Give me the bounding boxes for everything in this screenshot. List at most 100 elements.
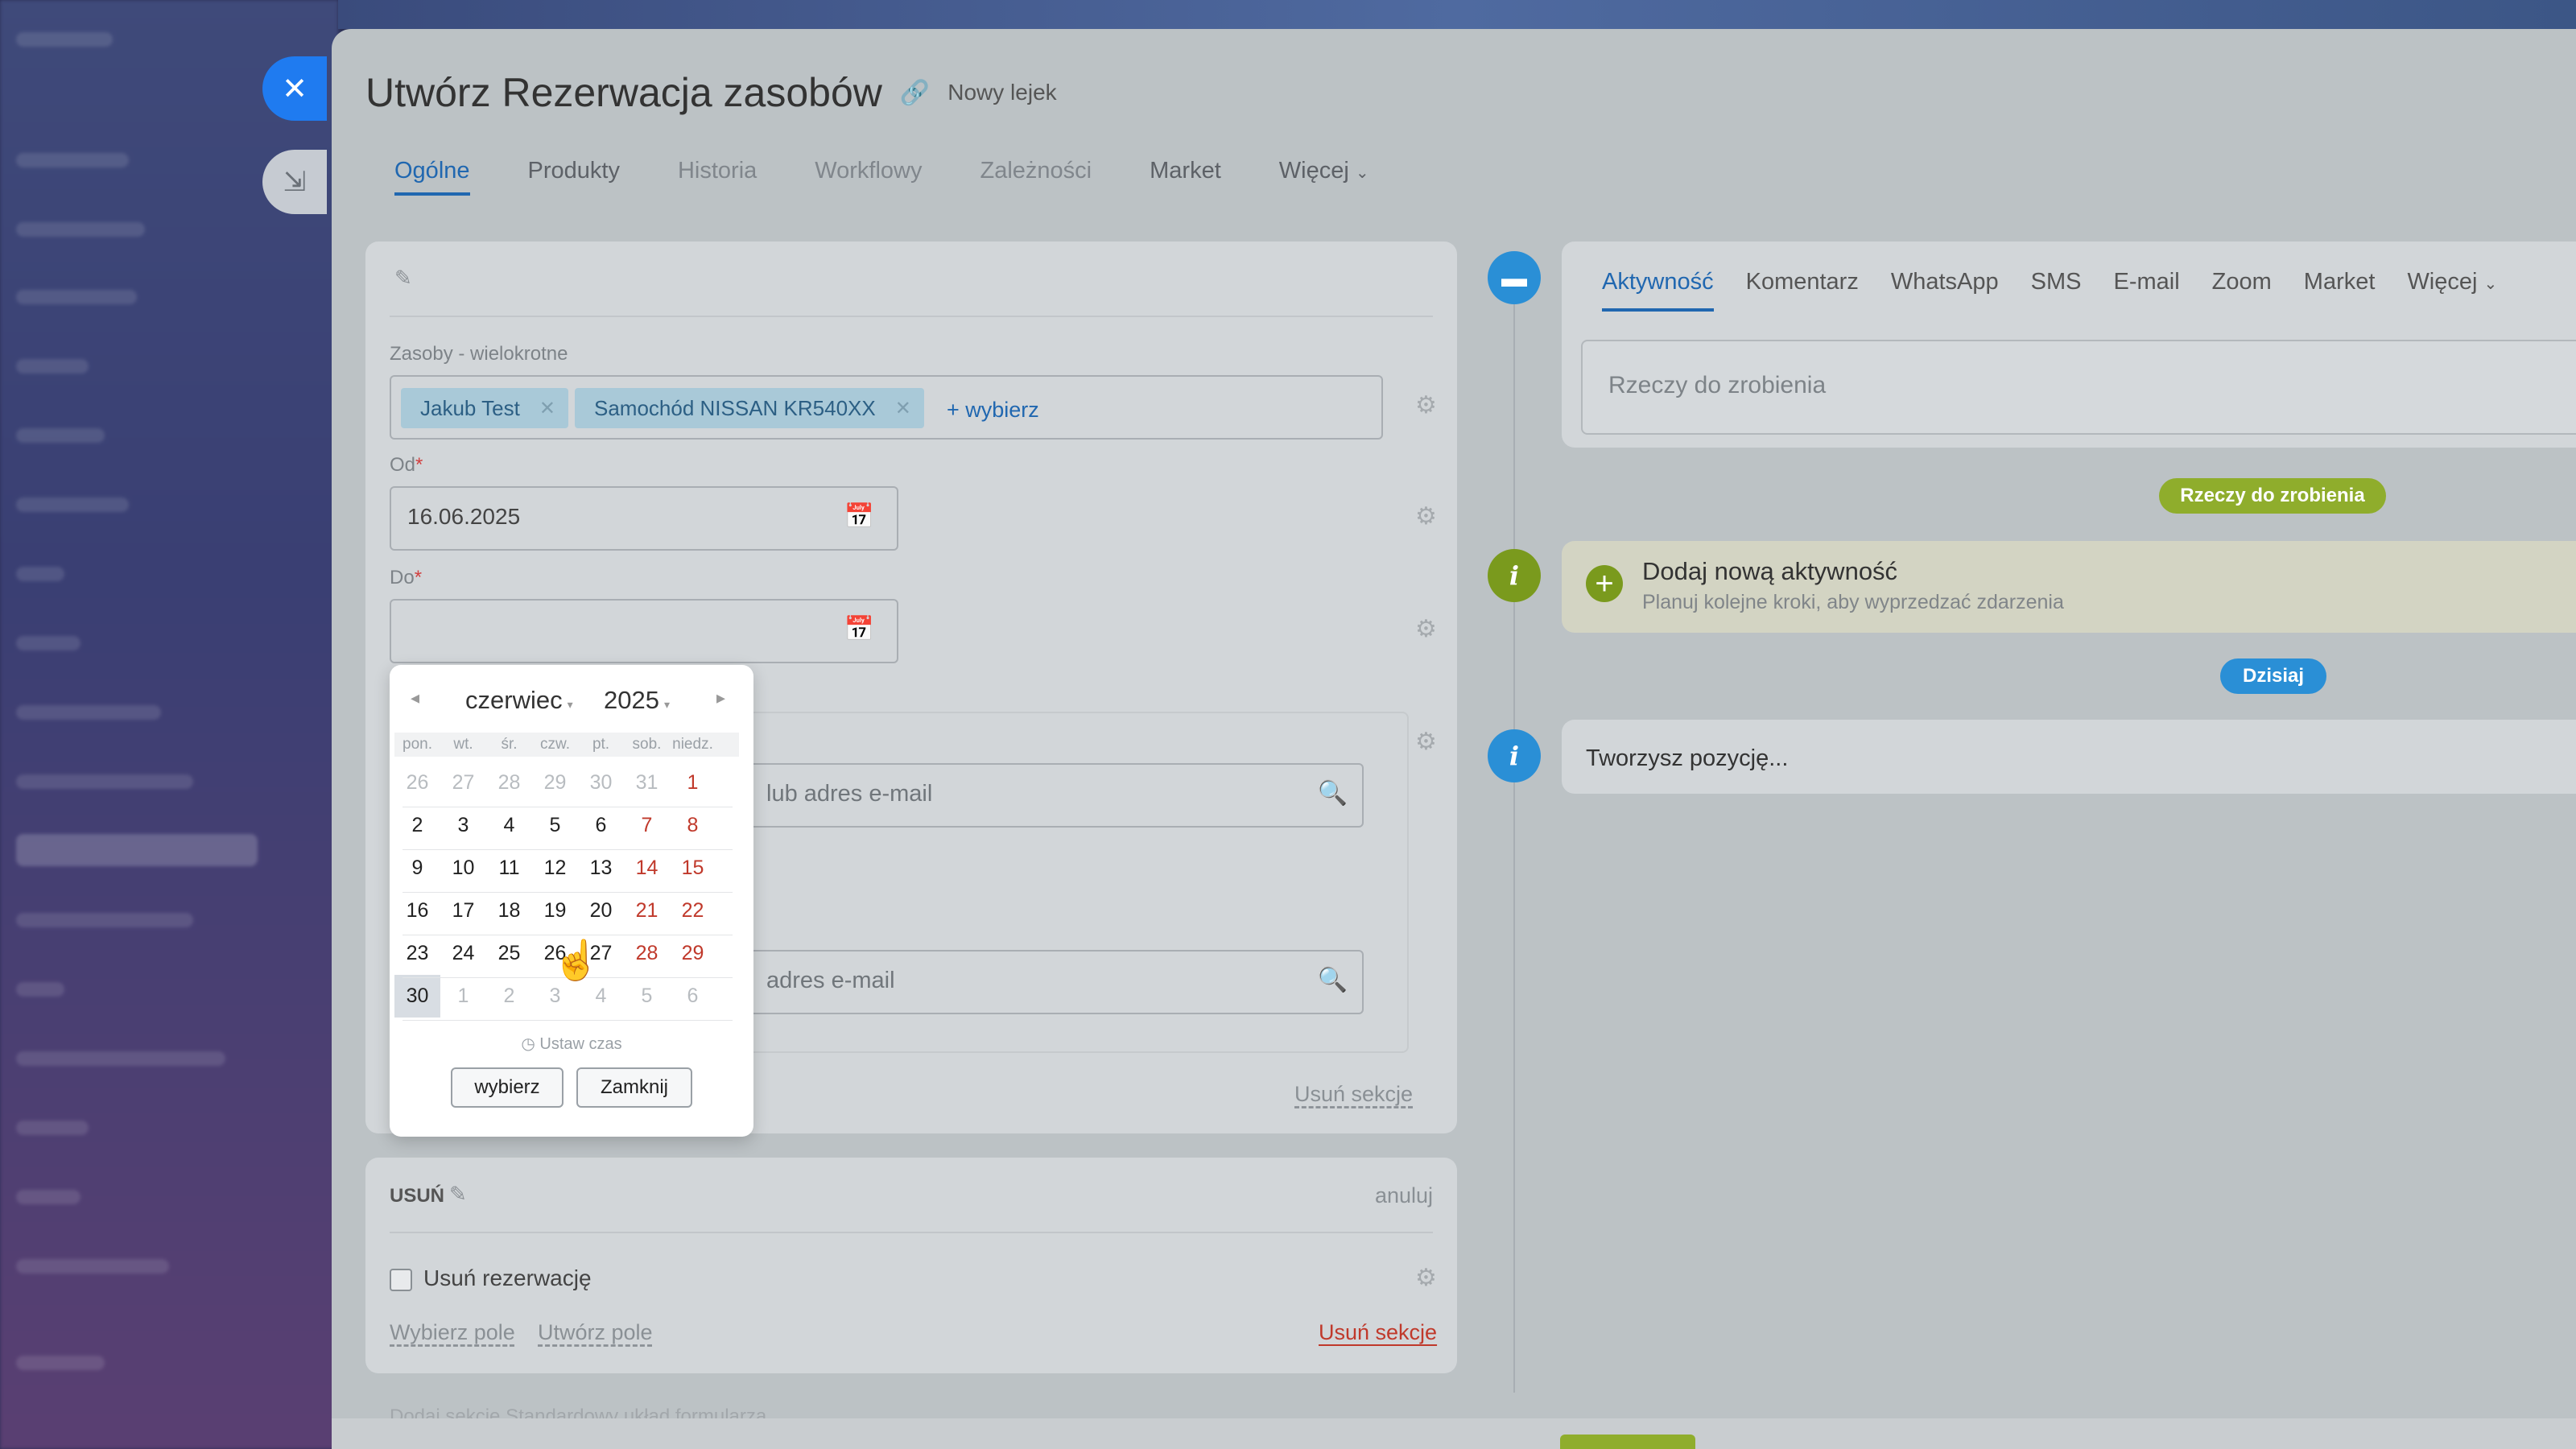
calendar-day[interactable]: 11: [486, 847, 532, 890]
calendar-day[interactable]: 1: [440, 975, 486, 1018]
add-new-activity-card[interactable]: + Dodaj nową aktywność Planuj kolejne kr…: [1562, 541, 2576, 633]
calendar-day[interactable]: 22: [670, 890, 716, 932]
tab-whatsapp[interactable]: WhatsApp: [1891, 269, 1999, 295]
tab-sms[interactable]: SMS: [2031, 269, 2082, 295]
tab-products[interactable]: Produkty: [528, 158, 620, 184]
delete-reservation-checkbox[interactable]: [390, 1269, 412, 1291]
calendar-day[interactable]: 6: [670, 975, 716, 1018]
calendar-day[interactable]: 13: [578, 847, 624, 890]
calendar-day[interactable]: 8: [670, 804, 716, 847]
delete-reservation-label[interactable]: Usuń rezerwację: [423, 1265, 592, 1291]
todo-pill[interactable]: Rzeczy do zrobienia: [2159, 478, 2386, 514]
remove-chip-icon[interactable]: ✕: [895, 397, 911, 420]
calendar-day[interactable]: 24: [440, 932, 486, 975]
calendar-day[interactable]: 18: [486, 890, 532, 932]
set-time-link[interactable]: ◷ Ustaw czas: [390, 1034, 753, 1054]
sidebar-blur-item: [16, 1190, 80, 1204]
tab-history[interactable]: Historia: [678, 158, 757, 184]
tab-market[interactable]: Market: [1150, 158, 1221, 184]
to-date-field[interactable]: 📅: [390, 599, 898, 663]
calendar-day[interactable]: 28: [486, 762, 532, 804]
calendar-day[interactable]: 29: [532, 762, 578, 804]
calendar-day[interactable]: 26: [394, 762, 440, 804]
cancel-link[interactable]: anuluj: [1375, 1183, 1433, 1208]
calendar-day[interactable]: 20: [578, 890, 624, 932]
calendar-day[interactable]: 5: [532, 804, 578, 847]
month-select[interactable]: czerwiec ▾: [465, 686, 573, 715]
next-month-icon[interactable]: ▸: [716, 687, 725, 708]
tab-workflows[interactable]: Workflowy: [815, 158, 922, 184]
from-date-field[interactable]: 16.06.2025 📅: [390, 486, 898, 551]
save-button[interactable]: [1560, 1435, 1695, 1449]
tab-more[interactable]: Więcej ⌄: [1279, 158, 1369, 184]
search-icon[interactable]: 🔍: [1318, 779, 1348, 807]
select-field-link[interactable]: Wybierz pole: [390, 1320, 515, 1345]
required-mark: *: [415, 454, 423, 476]
gear-icon[interactable]: ⚙: [1415, 391, 1437, 419]
calendar-day[interactable]: 2: [486, 975, 532, 1018]
tab-zoom[interactable]: Zoom: [2212, 269, 2272, 295]
gear-icon[interactable]: ⚙: [1415, 502, 1437, 530]
calendar-day-selected[interactable]: 30: [394, 975, 440, 1018]
funnel-label[interactable]: Nowy lejek: [947, 80, 1056, 105]
add-resource-link[interactable]: + wybierz: [947, 398, 1039, 423]
gear-icon[interactable]: ⚙: [1415, 615, 1437, 643]
calendar-day[interactable]: 12: [532, 847, 578, 890]
company-search-field[interactable]: adres e-mail 🔍: [749, 950, 1364, 1014]
gear-icon[interactable]: ⚙: [1415, 728, 1437, 756]
sidebar-blur-item: [16, 32, 113, 47]
tab-dependencies[interactable]: Zależności: [980, 158, 1092, 184]
calendar-day[interactable]: 23: [394, 932, 440, 975]
calendar-day[interactable]: 5: [624, 975, 670, 1018]
contact-search-field[interactable]: lub adres e-mail 🔍: [749, 763, 1364, 828]
calendar-day[interactable]: 21: [624, 890, 670, 932]
remove-section-link[interactable]: Usuń sekcje: [1319, 1320, 1437, 1345]
remove-section-link[interactable]: Usuń sekcje: [1294, 1082, 1413, 1107]
calendar-day[interactable]: 15: [670, 847, 716, 890]
todo-input[interactable]: Rzeczy do zrobienia: [1581, 340, 2576, 435]
weekday-label: śr.: [501, 736, 518, 753]
resources-field[interactable]: Jakub Test ✕ Samochód NISSAN KR540XX ✕ +…: [390, 375, 1383, 440]
year-select[interactable]: 2025 ▾: [604, 686, 670, 715]
calendar-day[interactable]: 30: [578, 762, 624, 804]
calendar-day[interactable]: 14: [624, 847, 670, 890]
tab-general[interactable]: Ogólne: [394, 158, 470, 196]
tab-email[interactable]: E-mail: [2113, 269, 2179, 295]
create-field-link[interactable]: Utwórz pole: [538, 1320, 653, 1345]
tab-activity-more[interactable]: Więcej ⌄: [2407, 269, 2497, 295]
calendar-day[interactable]: 4: [486, 804, 532, 847]
calendar-day[interactable]: 2: [394, 804, 440, 847]
remove-chip-icon[interactable]: ✕: [539, 397, 555, 420]
calendar-icon[interactable]: 📅: [844, 615, 874, 643]
minimize-slider-button[interactable]: ⇲: [262, 150, 327, 214]
calendar-day[interactable]: 7: [624, 804, 670, 847]
calendar-day[interactable]: 19: [532, 890, 578, 932]
calendar-day[interactable]: 6: [578, 804, 624, 847]
edit-pencil-icon[interactable]: ✎: [449, 1182, 467, 1207]
calendar-icon[interactable]: 📅: [844, 502, 874, 530]
calendar-day[interactable]: 17: [440, 890, 486, 932]
search-icon[interactable]: 🔍: [1318, 966, 1348, 994]
calendar-day[interactable]: 16: [394, 890, 440, 932]
calendar-close-button[interactable]: Zamknij: [576, 1067, 692, 1108]
calendar-day[interactable]: 10: [440, 847, 486, 890]
tab-activity-market[interactable]: Market: [2304, 269, 2376, 295]
calendar-day[interactable]: 27: [440, 762, 486, 804]
link-icon[interactable]: 🔗: [900, 79, 930, 107]
calendar-day[interactable]: 25: [486, 932, 532, 975]
calendar-day[interactable]: 28: [624, 932, 670, 975]
calendar-day[interactable]: 3: [440, 804, 486, 847]
edit-pencil-icon[interactable]: ✎: [394, 266, 412, 291]
page-title-text: Utwórz Rezerwacja zasobów: [365, 70, 882, 115]
calendar-day[interactable]: 9: [394, 847, 440, 890]
prev-month-icon[interactable]: ◂: [411, 687, 419, 708]
tab-activity[interactable]: Aktywność: [1602, 269, 1714, 312]
gear-icon[interactable]: ⚙: [1415, 1264, 1437, 1292]
tab-comment[interactable]: Komentarz: [1746, 269, 1859, 295]
calendar-day[interactable]: 31: [624, 762, 670, 804]
calendar-day[interactable]: 29: [670, 932, 716, 975]
caret-down-icon: ▾: [567, 698, 573, 711]
calendar-choose-button[interactable]: wybierz: [451, 1067, 564, 1108]
close-slider-button[interactable]: ✕: [262, 56, 327, 121]
calendar-day[interactable]: 1: [670, 762, 716, 804]
